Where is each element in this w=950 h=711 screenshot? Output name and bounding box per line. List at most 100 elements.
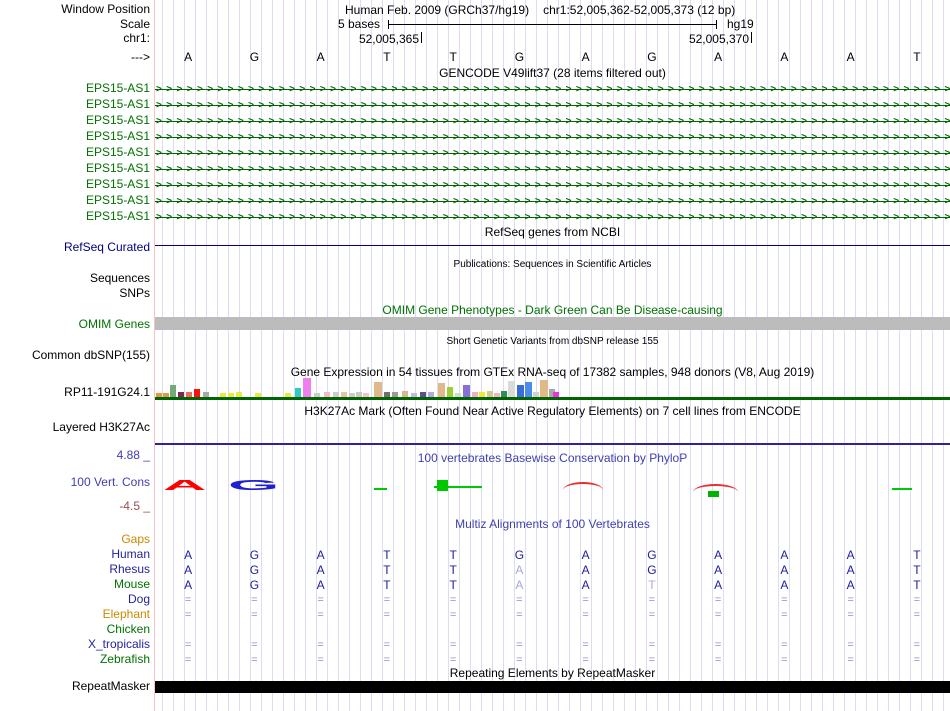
conservation-arc-square-glyph[interactable]	[693, 484, 738, 497]
multiz-alignment-cell[interactable]: =	[185, 653, 191, 668]
gtex-tissue-bar[interactable]	[228, 393, 234, 397]
multiz-alignment-cell[interactable]: =	[450, 593, 456, 608]
ruler-base-letter[interactable]: A	[317, 51, 325, 64]
multiz-alignment-cell[interactable]: =	[582, 593, 588, 608]
gtex-tissue-bar[interactable]	[156, 393, 162, 397]
multiz-species-label[interactable]: Elephant	[0, 608, 150, 621]
ruler-base-letter[interactable]: A	[847, 51, 855, 64]
multiz-alignment-cell[interactable]: =	[251, 638, 257, 653]
multiz-alignment-cell[interactable]: =	[185, 608, 191, 623]
multiz-alignment-cell[interactable]: A	[780, 563, 788, 578]
multiz-alignment-cell[interactable]: A	[847, 548, 855, 563]
multiz-alignment-cell[interactable]: =	[582, 638, 588, 653]
omim-genes-bar[interactable]	[155, 317, 950, 330]
gtex-tissue-bar[interactable]	[472, 392, 478, 397]
gtex-tissue-bar[interactable]	[517, 385, 524, 397]
multiz-alignment-cell[interactable]: A	[714, 548, 722, 563]
multiz-alignment-cell[interactable]: =	[847, 638, 853, 653]
multiz-alignment-cell[interactable]: =	[516, 608, 522, 623]
gtex-tissue-bar[interactable]	[508, 381, 515, 397]
multiz-alignment-cell[interactable]: A	[184, 578, 192, 593]
gencode-gene-label[interactable]: EPS15-AS1	[0, 114, 150, 127]
multiz-alignment-cell[interactable]: =	[847, 653, 853, 668]
refseq-curated-label[interactable]: RefSeq Curated	[0, 241, 150, 254]
multiz-alignment-cell[interactable]: A	[847, 563, 855, 578]
multiz-alignment-cell[interactable]: =	[251, 608, 257, 623]
gtex-tissue-bar[interactable]	[324, 392, 330, 397]
multiz-alignment-cell[interactable]: A	[780, 548, 788, 563]
conservation-dash-glyph[interactable]	[374, 488, 387, 490]
gtex-baseline[interactable]	[155, 397, 950, 400]
gtex-tissue-bar[interactable]	[438, 383, 445, 397]
gtex-tissue-bar[interactable]	[428, 392, 434, 397]
multiz-alignment-cell[interactable]: T	[449, 548, 456, 563]
multiz-alignment-cell[interactable]: =	[715, 593, 721, 608]
multiz-alignment-cell[interactable]: A	[582, 548, 590, 563]
common-dbsnp-label[interactable]: Common dbSNP(155)	[0, 349, 150, 362]
gtex-tissue-bar[interactable]	[203, 392, 209, 397]
refseq-curated-item[interactable]	[155, 245, 950, 246]
multiz-alignment-cell[interactable]: =	[516, 593, 522, 608]
multiz-alignment-cell[interactable]: G	[647, 563, 656, 578]
ruler-base-letter[interactable]: T	[383, 51, 390, 64]
ruler-base-letter[interactable]: A	[780, 51, 788, 64]
repeatmasker-label[interactable]: RepeatMasker	[0, 680, 150, 693]
gene-row[interactable]: >>>>>>>>>>>>>>>>>>>>>>>>>>>>>>>>>>>>>>>>…	[155, 82, 950, 98]
multiz-alignment-cell[interactable]: =	[317, 653, 323, 668]
multiz-alignment-cell[interactable]: =	[914, 638, 920, 653]
multiz-alignment-cell[interactable]: =	[847, 593, 853, 608]
ruler-base-letter[interactable]: T	[449, 51, 456, 64]
gtex-tissue-bar[interactable]	[363, 393, 369, 397]
multiz-alignment-cell[interactable]: =	[384, 653, 390, 668]
gencode-gene-label[interactable]: EPS15-AS1	[0, 146, 150, 159]
multiz-alignment-cell[interactable]: =	[185, 638, 191, 653]
conservation-bar-glyph[interactable]	[434, 480, 482, 492]
gtex-tissue-bar[interactable]	[356, 392, 362, 397]
gtex-gene-label[interactable]: RP11-191G24.1	[0, 386, 150, 399]
gtex-tissue-bar[interactable]	[194, 389, 200, 397]
multiz-alignment-cell[interactable]: A	[714, 578, 722, 593]
gtex-tissue-bar[interactable]	[295, 388, 301, 397]
multiz-alignment-cell[interactable]: A	[515, 578, 523, 593]
gtex-tissue-bar[interactable]	[402, 391, 408, 397]
gencode-gene-label[interactable]: EPS15-AS1	[0, 130, 150, 143]
multiz-alignment-cell[interactable]: A	[515, 563, 523, 578]
gene-row[interactable]: >>>>>>>>>>>>>>>>>>>>>>>>>>>>>>>>>>>>>>>>…	[155, 146, 950, 162]
gtex-tissue-bar[interactable]	[494, 393, 500, 397]
multiz-alignment-cell[interactable]: T	[913, 578, 920, 593]
multiz-species-label[interactable]: Mouse	[0, 578, 150, 591]
gtex-tissue-bar[interactable]	[303, 378, 311, 397]
conservation-dash-glyph[interactable]	[892, 488, 912, 490]
snps-label[interactable]: SNPs	[0, 287, 150, 300]
gtex-tissue-bar[interactable]	[447, 387, 453, 397]
multiz-alignment-cell[interactable]: T	[913, 563, 920, 578]
gene-row[interactable]: >>>>>>>>>>>>>>>>>>>>>>>>>>>>>>>>>>>>>>>>…	[155, 210, 950, 226]
multiz-alignment-cell[interactable]: T	[449, 578, 456, 593]
multiz-alignment-cell[interactable]: =	[715, 653, 721, 668]
multiz-alignment-cell[interactable]: T	[383, 548, 390, 563]
gencode-gene-label[interactable]: EPS15-AS1	[0, 98, 150, 111]
gtex-tissue-bar[interactable]	[236, 392, 242, 397]
ruler-base-letter[interactable]: A	[184, 51, 192, 64]
gene-row[interactable]: >>>>>>>>>>>>>>>>>>>>>>>>>>>>>>>>>>>>>>>>…	[155, 162, 950, 178]
multiz-species-label[interactable]: Rhesus	[0, 563, 150, 576]
gtex-tissue-bar[interactable]	[314, 393, 320, 397]
multiz-alignment-cell[interactable]: =	[317, 608, 323, 623]
multiz-alignment-cell[interactable]: =	[582, 608, 588, 623]
multiz-species-label[interactable]: Gaps	[0, 533, 150, 546]
gtex-tissue-bar[interactable]	[255, 393, 261, 397]
omim-genes-label[interactable]: OMIM Genes	[0, 318, 150, 331]
multiz-alignment-cell[interactable]: =	[317, 638, 323, 653]
gencode-gene-label[interactable]: EPS15-AS1	[0, 162, 150, 175]
multiz-alignment-cell[interactable]: T	[383, 563, 390, 578]
gtex-tissue-bar[interactable]	[374, 382, 382, 397]
multiz-alignment-cell[interactable]: =	[781, 638, 787, 653]
gtex-tissue-bar[interactable]	[163, 393, 169, 397]
ruler-base-letter[interactable]: A	[714, 51, 722, 64]
multiz-alignment-cell[interactable]: A	[317, 563, 325, 578]
multiz-alignment-cell[interactable]: =	[914, 653, 920, 668]
gene-row[interactable]: >>>>>>>>>>>>>>>>>>>>>>>>>>>>>>>>>>>>>>>>…	[155, 178, 950, 194]
gene-row[interactable]: >>>>>>>>>>>>>>>>>>>>>>>>>>>>>>>>>>>>>>>>…	[155, 130, 950, 146]
multiz-alignment-cell[interactable]: A	[582, 578, 590, 593]
multiz-alignment-cell[interactable]: T	[648, 578, 655, 593]
